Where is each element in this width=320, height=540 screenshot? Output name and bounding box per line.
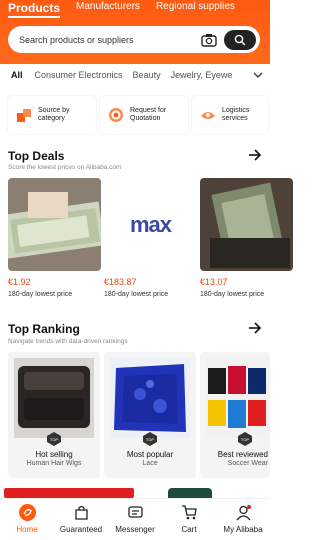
ranking-title: Best reviewed xyxy=(217,450,268,459)
arrow-right-icon[interactable] xyxy=(248,322,262,334)
nav-label: Messenger xyxy=(115,525,155,534)
nav-cart[interactable]: Cart xyxy=(162,499,216,540)
deal-price: €13.07 xyxy=(200,277,228,287)
top-badge-icon: TOP xyxy=(238,432,252,446)
deal-price: €1.92 xyxy=(8,277,31,287)
nav-my-alibaba[interactable]: My Alibaba xyxy=(216,499,270,540)
category-consumer-electronics[interactable]: Consumer Electronics xyxy=(35,70,123,80)
top-badge-icon: TOP xyxy=(47,432,61,446)
ranking-image xyxy=(14,358,94,438)
top-deals-title: Top Deals xyxy=(8,149,65,163)
tab-products[interactable]: Products xyxy=(8,0,61,18)
category-beauty[interactable]: Beauty xyxy=(133,70,161,80)
ranking-image xyxy=(110,358,190,438)
arrow-right-icon[interactable] xyxy=(248,149,262,161)
nav-guaranteed[interactable]: Guaranteed xyxy=(54,499,108,540)
deal-image xyxy=(8,178,101,271)
quick-link-label: Logistics services xyxy=(222,107,250,122)
nav-label: Guaranteed xyxy=(59,525,103,534)
nav-home[interactable]: Home xyxy=(0,499,54,540)
logistics-services-card[interactable]: Logistics services xyxy=(192,96,268,134)
search-icon xyxy=(234,34,246,45)
top-deals-subtitle: Score the lowest prices on Alibaba.com xyxy=(8,164,122,171)
home-icon xyxy=(18,504,36,521)
deal-card[interactable]: max €183.87 180-day lowest price xyxy=(104,178,197,298)
deal-card[interactable]: €1.92 180-day lowest price xyxy=(8,178,101,298)
tab-regional-supplies[interactable]: Regional supplies xyxy=(156,0,235,12)
bottom-navigation: Home Guaranteed Messenger Cart My Alibab… xyxy=(0,498,270,540)
rfq-target-icon xyxy=(109,108,123,122)
deal-note: 180-day lowest price xyxy=(200,291,265,298)
deal-image xyxy=(200,178,293,271)
ranking-card[interactable]: TOP Best reviewed Soccer Wear xyxy=(200,352,270,478)
quick-link-label: Request for Quotation xyxy=(130,107,167,122)
nav-label: Home xyxy=(16,525,38,534)
search-input[interactable]: Search products or suppliers xyxy=(19,35,200,45)
deal-card[interactable]: €13.07 180-day lowest price xyxy=(200,178,293,298)
ranking-subtitle: Human Hair Wigs xyxy=(26,460,82,467)
max-logo: max xyxy=(129,211,172,237)
top-ranking-title: Top Ranking xyxy=(8,322,80,336)
deal-note: 180-day lowest price xyxy=(8,291,73,298)
promo-image-partial xyxy=(168,488,212,498)
svg-text:TOP: TOP xyxy=(146,437,154,442)
ranking-subtitle: Lace xyxy=(142,460,158,467)
promo-banner-partial xyxy=(4,488,134,498)
quick-links: Source by category Request for Quotation… xyxy=(0,96,270,134)
ranking-card[interactable]: TOP Hot selling Human Hair Wigs xyxy=(8,352,100,478)
top-ranking-subtitle: Navigate trends with data-driven ranking… xyxy=(8,338,128,345)
request-for-quotation-card[interactable]: Request for Quotation xyxy=(100,96,188,134)
camera-search-icon[interactable] xyxy=(200,31,218,49)
guaranteed-icon xyxy=(74,505,88,520)
category-jewelry-eyewear[interactable]: Jewelry, Eyewe xyxy=(171,70,233,80)
nav-label: My Alibaba xyxy=(223,525,263,534)
header-tabs: Products Manufacturers Regional supplies xyxy=(8,0,235,18)
deal-note: 180-day lowest price xyxy=(104,291,169,298)
quick-link-label: Source by category xyxy=(38,107,70,122)
cart-icon xyxy=(181,505,197,520)
nav-label: Cart xyxy=(181,525,197,534)
chevron-down-icon[interactable] xyxy=(252,69,264,81)
logistics-icon xyxy=(201,112,215,119)
profile-icon xyxy=(235,505,251,521)
search-bar[interactable]: Search products or suppliers xyxy=(8,26,260,53)
ranking-card[interactable]: TOP Most popular Lace xyxy=(104,352,196,478)
ranking-title: Hot selling xyxy=(35,450,73,459)
search-button[interactable] xyxy=(224,29,256,50)
category-all[interactable]: All xyxy=(11,70,23,80)
deal-price: €183.87 xyxy=(104,277,137,287)
category-tabs: All Consumer Electronics Beauty Jewelry,… xyxy=(0,64,270,86)
top-badge-icon: TOP xyxy=(143,432,157,446)
source-by-category-card[interactable]: Source by category xyxy=(8,96,96,134)
ranking-title: Most popular xyxy=(126,450,174,459)
top-header: Products Manufacturers Regional supplies… xyxy=(0,0,270,64)
ranking-image xyxy=(206,358,270,438)
svg-text:TOP: TOP xyxy=(50,437,58,442)
nav-messenger[interactable]: Messenger xyxy=(108,499,162,540)
messenger-icon xyxy=(127,506,143,518)
tab-manufacturers[interactable]: Manufacturers xyxy=(76,0,140,12)
source-category-icon xyxy=(17,109,31,122)
deal-image: max xyxy=(104,178,197,271)
svg-text:TOP: TOP xyxy=(241,437,249,442)
ranking-subtitle: Soccer Wear xyxy=(227,460,268,467)
